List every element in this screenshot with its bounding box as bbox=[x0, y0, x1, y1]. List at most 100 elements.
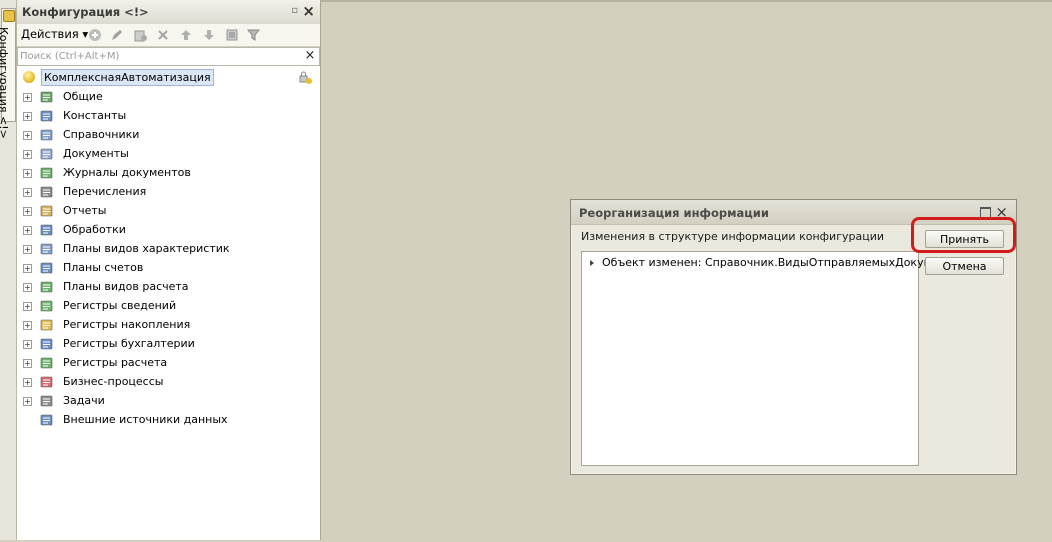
cancel-button[interactable]: Отмена bbox=[925, 257, 1004, 275]
edit-icon[interactable] bbox=[109, 27, 124, 42]
tasks-icon bbox=[40, 394, 54, 408]
business-processes-icon bbox=[40, 375, 54, 389]
panel-header: Конфигурация <!> ▫ × bbox=[17, 0, 320, 25]
tree-item-label: Регистры сведений bbox=[63, 299, 177, 312]
move-up-icon[interactable] bbox=[178, 27, 193, 42]
expand-icon[interactable]: + bbox=[23, 397, 32, 406]
tree-item-documents[interactable]: + Документы bbox=[23, 145, 313, 164]
tree-item-tasks[interactable]: + Задачи bbox=[23, 392, 313, 411]
tree-item-processing[interactable]: + Обработки bbox=[23, 221, 313, 240]
tree-item-catalogs[interactable]: + Справочники bbox=[23, 126, 313, 145]
expand-icon[interactable]: + bbox=[23, 359, 32, 368]
expand-icon[interactable]: + bbox=[23, 340, 32, 349]
expand-icon[interactable]: + bbox=[23, 150, 32, 159]
configuration-panel: Конфигурация <!> ▫ × Действия ▾ Поиск (C… bbox=[17, 0, 321, 540]
lock-icon bbox=[298, 70, 312, 84]
expand-arrow-icon[interactable] bbox=[590, 260, 594, 266]
search-field[interactable]: × bbox=[17, 47, 320, 66]
tree-item-calculation-types[interactable]: + Планы видов расчета bbox=[23, 278, 313, 297]
filter-icon[interactable] bbox=[246, 27, 261, 42]
expand-icon[interactable]: + bbox=[23, 169, 32, 178]
config-side-tab[interactable]: Конфигурация <!> bbox=[0, 8, 16, 139]
close-icon[interactable]: × bbox=[302, 2, 315, 20]
external-data-sources-icon bbox=[40, 413, 54, 427]
tree-item-label: Документы bbox=[63, 147, 129, 160]
tree-item-label: Регистры расчета bbox=[63, 356, 168, 369]
tree-item-label: Регистры бухгалтерии bbox=[63, 337, 195, 350]
tree-item-label: Журналы документов bbox=[63, 166, 191, 179]
tree-item-chart-of-accounts[interactable]: + Планы счетов bbox=[23, 259, 313, 278]
expand-icon[interactable]: + bbox=[23, 188, 32, 197]
tree-item-label: Внешние источники данных bbox=[63, 413, 228, 426]
expand-icon[interactable]: + bbox=[23, 378, 32, 387]
highlight-annotation bbox=[911, 217, 1016, 253]
add-icon[interactable] bbox=[87, 27, 102, 42]
tree-item-info-registers[interactable]: + Регистры сведений bbox=[23, 297, 313, 316]
side-tab-bar: Конфигурация <!> bbox=[0, 0, 17, 540]
expand-icon[interactable]: + bbox=[23, 131, 32, 140]
tree-item-business-processes[interactable]: + Бизнес-процессы bbox=[23, 373, 313, 392]
common-icon bbox=[40, 90, 54, 104]
delete-icon[interactable] bbox=[155, 27, 170, 42]
expand-icon[interactable]: + bbox=[23, 264, 32, 273]
move-down-icon[interactable] bbox=[201, 27, 216, 42]
tree-item-label: Задачи bbox=[63, 394, 105, 407]
tree-item-enums[interactable]: + Перечисления bbox=[23, 183, 313, 202]
sort-icon[interactable] bbox=[224, 27, 239, 42]
tree-item-characteristic-types[interactable]: + Планы видов характеристик bbox=[23, 240, 313, 259]
side-tab-label: Конфигурация <!> bbox=[0, 27, 10, 139]
expand-icon[interactable]: + bbox=[23, 207, 32, 216]
copy-icon[interactable] bbox=[133, 27, 148, 42]
clear-search-icon[interactable]: × bbox=[303, 48, 317, 64]
tree-item-label: Справочники bbox=[63, 128, 140, 141]
tree-item-label: Регистры накопления bbox=[63, 318, 191, 331]
documents-icon bbox=[40, 147, 54, 161]
characteristic-types-icon bbox=[40, 242, 54, 256]
tree-item-label: Бизнес-процессы bbox=[63, 375, 164, 388]
tree-item-calculation-registers[interactable]: + Регистры расчета bbox=[23, 354, 313, 373]
tree-item-accumulation-registers[interactable]: + Регистры накопления bbox=[23, 316, 313, 335]
tree-item-reports[interactable]: + Отчеты bbox=[23, 202, 313, 221]
list-item-text: Объект изменен: Справочник.ВидыОтправляе… bbox=[602, 256, 950, 269]
expand-icon[interactable]: + bbox=[23, 226, 32, 235]
reports-icon bbox=[40, 204, 54, 218]
calculation-types-icon bbox=[40, 280, 54, 294]
tree-item-accounting-registers[interactable]: + Регистры бухгалтерии bbox=[23, 335, 313, 354]
dialog-title: Реорганизация информации bbox=[579, 206, 769, 220]
tree-item-label: Планы видов характеристик bbox=[63, 242, 230, 255]
expand-icon[interactable]: + bbox=[23, 321, 32, 330]
tree-item-common[interactable]: + Общие bbox=[23, 88, 313, 107]
panel-toolbar: Действия ▾ bbox=[17, 24, 320, 47]
list-item[interactable]: Объект изменен: Справочник.ВидыОтправляе… bbox=[590, 256, 949, 269]
expand-icon[interactable]: + bbox=[23, 283, 32, 292]
tree-item-label: Константы bbox=[63, 109, 127, 122]
accounting-registers-icon bbox=[40, 337, 54, 351]
configuration-icon bbox=[3, 10, 15, 22]
tree-item-label: Планы видов расчета bbox=[63, 280, 189, 293]
panel-title: Конфигурация <!> bbox=[22, 5, 149, 19]
document-journals-icon bbox=[40, 166, 54, 180]
expand-icon[interactable]: + bbox=[23, 245, 32, 254]
constants-icon bbox=[40, 109, 54, 123]
expand-icon[interactable]: + bbox=[23, 302, 32, 311]
tree-item-external-data-sources[interactable]: Внешние источники данных bbox=[23, 411, 313, 430]
expand-icon[interactable]: + bbox=[23, 93, 32, 102]
tree-item-constants[interactable]: + Константы bbox=[23, 107, 313, 126]
tree-item-label: Общие bbox=[63, 90, 103, 103]
chart-of-accounts-icon bbox=[40, 261, 54, 275]
tree-root[interactable]: КомплекснаяАвтоматизация bbox=[23, 69, 313, 86]
tree-item-label: Перечисления bbox=[63, 185, 147, 198]
info-registers-icon bbox=[40, 299, 54, 313]
search-input[interactable] bbox=[20, 48, 300, 64]
processing-icon bbox=[40, 223, 54, 237]
tree-item-document-journals[interactable]: + Журналы документов bbox=[23, 164, 313, 183]
changes-list[interactable]: Объект изменен: Справочник.ВидыОтправляе… bbox=[581, 251, 949, 466]
expand-icon[interactable]: + bbox=[23, 112, 32, 121]
tree-item-label: Обработки bbox=[63, 223, 126, 236]
actions-menu-button[interactable]: Действия ▾ bbox=[21, 27, 88, 41]
enums-icon bbox=[40, 185, 54, 199]
pin-icon[interactable]: ▫ bbox=[291, 5, 298, 16]
catalogs-icon bbox=[40, 128, 54, 142]
tree-item-label: Отчеты bbox=[63, 204, 107, 217]
configuration-root-icon bbox=[23, 71, 35, 83]
